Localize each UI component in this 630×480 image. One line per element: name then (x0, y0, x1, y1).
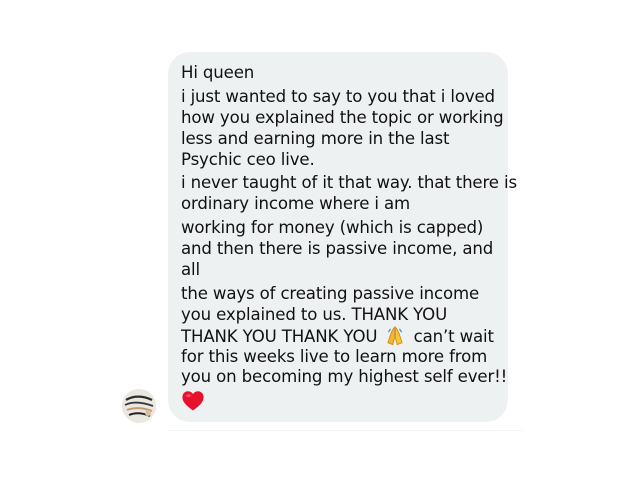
message-bubble[interactable]: Hi queen i just wanted to say to you tha… (168, 52, 517, 422)
message-line: how you explained the topic or working (181, 107, 504, 127)
message-line: you on becoming my highest self ever!! (181, 367, 508, 387)
message-line: Hi queen (181, 63, 255, 82)
message-line: and then there is passive income, and (181, 239, 494, 259)
message-divider (168, 430, 523, 431)
message-line: less and earning more in the last (181, 128, 450, 148)
message-paragraph-2: i just wanted to say to you that i loved… (181, 86, 504, 171)
message-paragraph-5: the ways of creating passive income you … (181, 283, 508, 388)
thank-you-text: THANK YOU THANK YOU (181, 326, 378, 346)
message-line: i never taught of it that way. that ther… (181, 173, 517, 193)
message-line-with-emoji: THANK YOU THANK YOU can’t wait (181, 325, 498, 347)
avatar[interactable] (122, 389, 156, 423)
message-line: working for money (which is capped) (181, 218, 484, 238)
message-line: the ways of creating passive income (181, 283, 480, 303)
message-line: all (181, 260, 200, 280)
cant-wait-text: can’t wait (413, 326, 494, 346)
received-message-row: Hi queen i just wanted to say to you tha… (122, 52, 517, 424)
message-paragraph-4: working for money (which is capped) and … (181, 218, 498, 281)
message-thread: Hi queen i just wanted to say to you tha… (0, 0, 630, 480)
message-line: for this weeks live to learn more from (181, 346, 488, 366)
message-line: i just wanted to say to you that i loved (181, 86, 495, 106)
message-line: you explained to us. THANK YOU (181, 304, 448, 324)
red-heart-icon (181, 390, 205, 412)
message-line: Psychic ceo live. (181, 149, 315, 169)
message-paragraph-1: Hi queen (181, 63, 498, 84)
message-line: ordinary income where i am (181, 194, 411, 214)
message-paragraph-3: i never taught of it that way. that ther… (181, 173, 517, 215)
folded-hands-icon (383, 325, 407, 346)
avatar-image (122, 389, 156, 423)
